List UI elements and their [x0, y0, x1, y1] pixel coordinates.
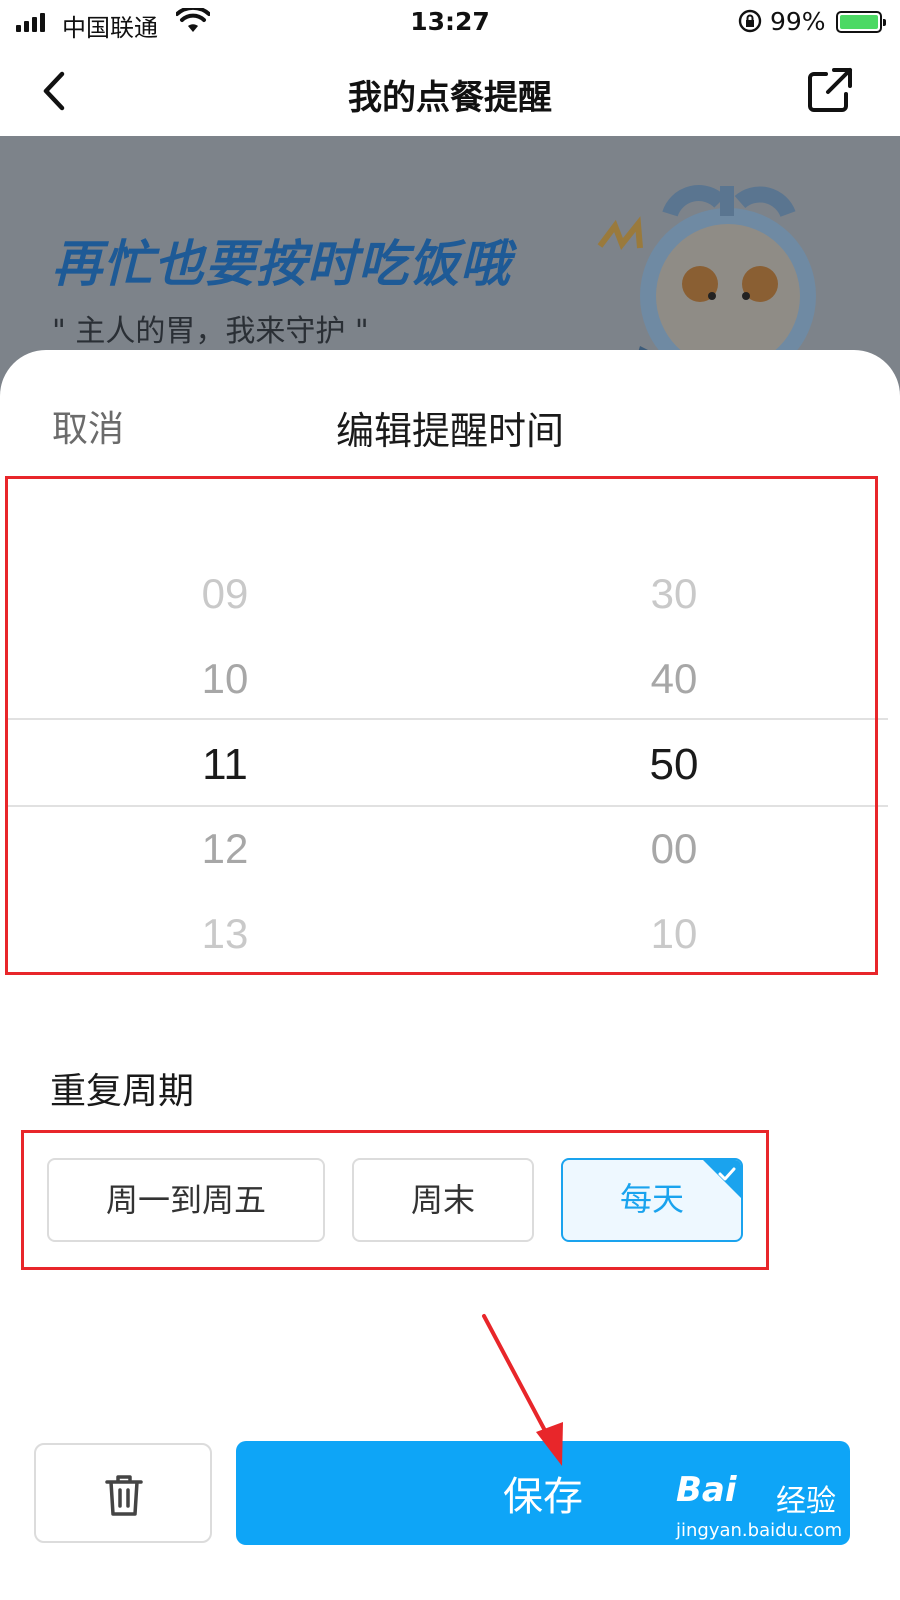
repeat-label: 重复周期 — [50, 1071, 195, 1112]
hour-option[interactable]: 13 — [75, 910, 375, 958]
banner-headline: 再忙也要按时吃饭哦 — [52, 235, 511, 293]
minute-option[interactable]: 30 — [524, 570, 824, 618]
minute-wheel[interactable]: 30 40 50 00 10 — [524, 480, 824, 970]
minute-option[interactable]: 40 — [524, 655, 824, 703]
hour-option-selected[interactable]: 11 — [75, 740, 375, 790]
share-icon[interactable] — [806, 66, 854, 114]
repeat-option-everyday[interactable]: 每天 — [561, 1158, 743, 1242]
hour-option[interactable]: 12 — [75, 825, 375, 873]
time-picker[interactable]: 09 10 11 12 13 30 40 50 00 10 — [0, 480, 900, 970]
edit-reminder-sheet: 取消 编辑提醒时间 09 10 11 12 13 30 40 50 00 10 … — [0, 350, 900, 1600]
baidu-watermark: Bai 经验 jingyan.baidu.com — [672, 1468, 872, 1548]
hour-option[interactable]: 09 — [75, 570, 375, 618]
battery-percent: 99% — [770, 7, 826, 36]
watermark-brand: Bai — [676, 1470, 737, 1510]
battery-charging-icon — [836, 11, 886, 33]
sheet-header: 取消 编辑提醒时间 — [0, 350, 900, 460]
minute-option[interactable]: 00 — [524, 825, 824, 873]
repeat-option-everyday-label: 每天 — [619, 1180, 684, 1218]
page-title: 我的点餐提醒 — [348, 78, 552, 118]
check-icon — [718, 1167, 736, 1181]
annotation-arrow-icon — [482, 1314, 563, 1466]
clock-time: 13:27 — [410, 7, 490, 36]
banner-subtitle: " 主人的胃，我来守护 " — [52, 314, 369, 349]
delete-button[interactable] — [34, 1443, 212, 1543]
minute-option-selected[interactable]: 50 — [524, 740, 824, 790]
sheet-title: 编辑提醒时间 — [335, 409, 564, 453]
trash-icon — [105, 1475, 143, 1516]
nav-bar: 我的点餐提醒 — [0, 46, 900, 136]
watermark-url: jingyan.baidu.com — [676, 1520, 843, 1541]
minute-option[interactable]: 10 — [524, 910, 824, 958]
hour-wheel[interactable]: 09 10 11 12 13 — [75, 480, 375, 970]
repeat-option-weekdays[interactable]: 周一到周五 — [47, 1158, 325, 1242]
watermark-brand-cn: 经验 — [776, 1484, 836, 1519]
hour-option[interactable]: 10 — [75, 655, 375, 703]
repeat-option-weekend[interactable]: 周末 — [352, 1158, 534, 1242]
orientation-lock-icon — [738, 9, 762, 33]
status-bar: 中国联通 13:27 99% — [0, 0, 900, 46]
